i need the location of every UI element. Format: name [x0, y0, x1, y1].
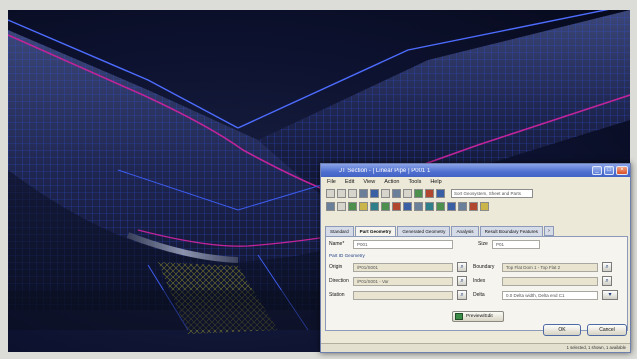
close-icon[interactable]: × — [616, 166, 628, 175]
paste-icon[interactable] — [392, 189, 401, 198]
origin-pick-icon[interactable]: ⌕ — [457, 262, 467, 272]
name-field[interactable]: P001 — [353, 240, 453, 249]
filter-icon[interactable] — [414, 189, 423, 198]
direction-label: Direction — [329, 278, 349, 284]
name-label: Name* — [329, 241, 345, 247]
section-dialog: JT Section - [ Linear Pipe ] P001 1 _ □ … — [320, 163, 631, 353]
shape-icon[interactable] — [348, 202, 357, 211]
menu-bar: File Edit View Action Tools Help — [321, 177, 630, 187]
tab-scroll-right-icon[interactable]: › — [543, 226, 554, 236]
find-icon[interactable] — [436, 189, 445, 198]
direction-field[interactable]: /P01/S001 - Var — [353, 277, 453, 286]
settings-icon[interactable] — [469, 202, 478, 211]
undo-icon[interactable] — [403, 189, 412, 198]
new-icon[interactable] — [326, 189, 335, 198]
part-geometry-group-label: Part ID Geometry — [329, 253, 365, 258]
toolbar-2 — [321, 200, 630, 213]
tab-generated-geometry[interactable]: Generated Geometry — [397, 226, 451, 236]
index-pick-icon[interactable]: ⌕ — [602, 276, 612, 286]
copy-icon[interactable] — [348, 189, 357, 198]
menu-action[interactable]: Action — [384, 179, 399, 185]
delete-icon[interactable] — [425, 189, 434, 198]
measure-icon[interactable] — [414, 202, 423, 211]
delta-dropdown-icon[interactable]: ▾ — [602, 290, 618, 300]
menu-view[interactable]: View — [363, 179, 375, 185]
status-bar: 1 selected, 1 shown, 1 available — [321, 343, 630, 352]
menu-file[interactable]: File — [327, 179, 336, 185]
info-icon[interactable] — [480, 202, 489, 211]
view-icon[interactable] — [370, 202, 379, 211]
dialog-titlebar[interactable]: JT Section - [ Linear Pipe ] P001 1 _ □ … — [321, 164, 630, 177]
cancel-button[interactable]: Cancel — [587, 324, 627, 336]
boundary-pick-icon[interactable]: ⌕ — [602, 262, 612, 272]
size-label: Size — [478, 241, 488, 247]
delta-label: Delta — [473, 292, 485, 298]
origin-field[interactable]: /P01/S001 — [353, 263, 453, 272]
delta-field[interactable]: 0.0 Delta width, Delta end C1 — [502, 291, 598, 300]
menu-help[interactable]: Help — [430, 179, 441, 185]
photo-frame: JT Section - [ Linear Pipe ] P001 1 _ □ … — [0, 0, 637, 359]
tab-part-geometry[interactable]: Part Geometry — [354, 226, 397, 236]
station-field[interactable] — [353, 291, 453, 300]
toolbar-1: Sort Geosystem, Sheet and Parts — [321, 187, 630, 200]
tab-analysis[interactable]: Analysis — [451, 226, 479, 236]
size-field[interactable]: P01 — [492, 240, 540, 249]
ok-button[interactable]: OK — [543, 324, 581, 336]
open-icon[interactable] — [337, 189, 346, 198]
select-icon[interactable] — [337, 202, 346, 211]
boundary-label: Boundary — [473, 264, 495, 270]
tab-result-boundary-features[interactable]: Result Boundary Features — [479, 226, 543, 236]
menu-edit[interactable]: Edit — [345, 179, 354, 185]
menu-tools[interactable]: Tools — [408, 179, 421, 185]
cut-icon[interactable] — [381, 189, 390, 198]
part-geometry-panel: Name* P001 Size P01 Part ID Geometry Ori… — [325, 236, 628, 331]
dialog-title: JT Section - [ Linear Pipe ] P001 1 — [339, 167, 431, 174]
highlight-icon[interactable] — [359, 202, 368, 211]
origin-label: Origin — [329, 264, 343, 270]
render-icon[interactable] — [436, 202, 445, 211]
station-pick-icon[interactable]: ⌕ — [457, 290, 467, 300]
section-icon[interactable] — [425, 202, 434, 211]
save-icon[interactable] — [370, 189, 379, 198]
index-label: Index — [473, 278, 486, 284]
preview-edit-button[interactable]: Preview/Edit — [452, 311, 504, 322]
preview-icon — [455, 313, 463, 320]
maximize-icon[interactable]: □ — [604, 166, 614, 175]
boundary-field[interactable]: Top Flat Dom 1 - Top Flat 2 — [502, 263, 598, 272]
grid-icon[interactable] — [326, 202, 335, 211]
model-icon[interactable] — [403, 202, 412, 211]
mark-icon[interactable] — [392, 202, 401, 211]
rotate-icon[interactable] — [458, 202, 467, 211]
station-label: Station — [329, 292, 345, 298]
direction-pick-icon[interactable]: ⌕ — [457, 276, 467, 286]
index-field[interactable] — [502, 277, 598, 286]
layer-icon[interactable] — [381, 202, 390, 211]
print-icon[interactable] — [359, 189, 368, 198]
tab-strip: Standard Part Geometry Generated Geometr… — [325, 226, 628, 236]
search-input[interactable]: Sort Geosystem, Sheet and Parts — [451, 189, 533, 198]
tab-standard[interactable]: Standard — [325, 226, 354, 236]
zoom-icon[interactable] — [447, 202, 456, 211]
minimize-icon[interactable]: _ — [592, 166, 602, 175]
preview-edit-label: Preview/Edit — [466, 314, 493, 319]
